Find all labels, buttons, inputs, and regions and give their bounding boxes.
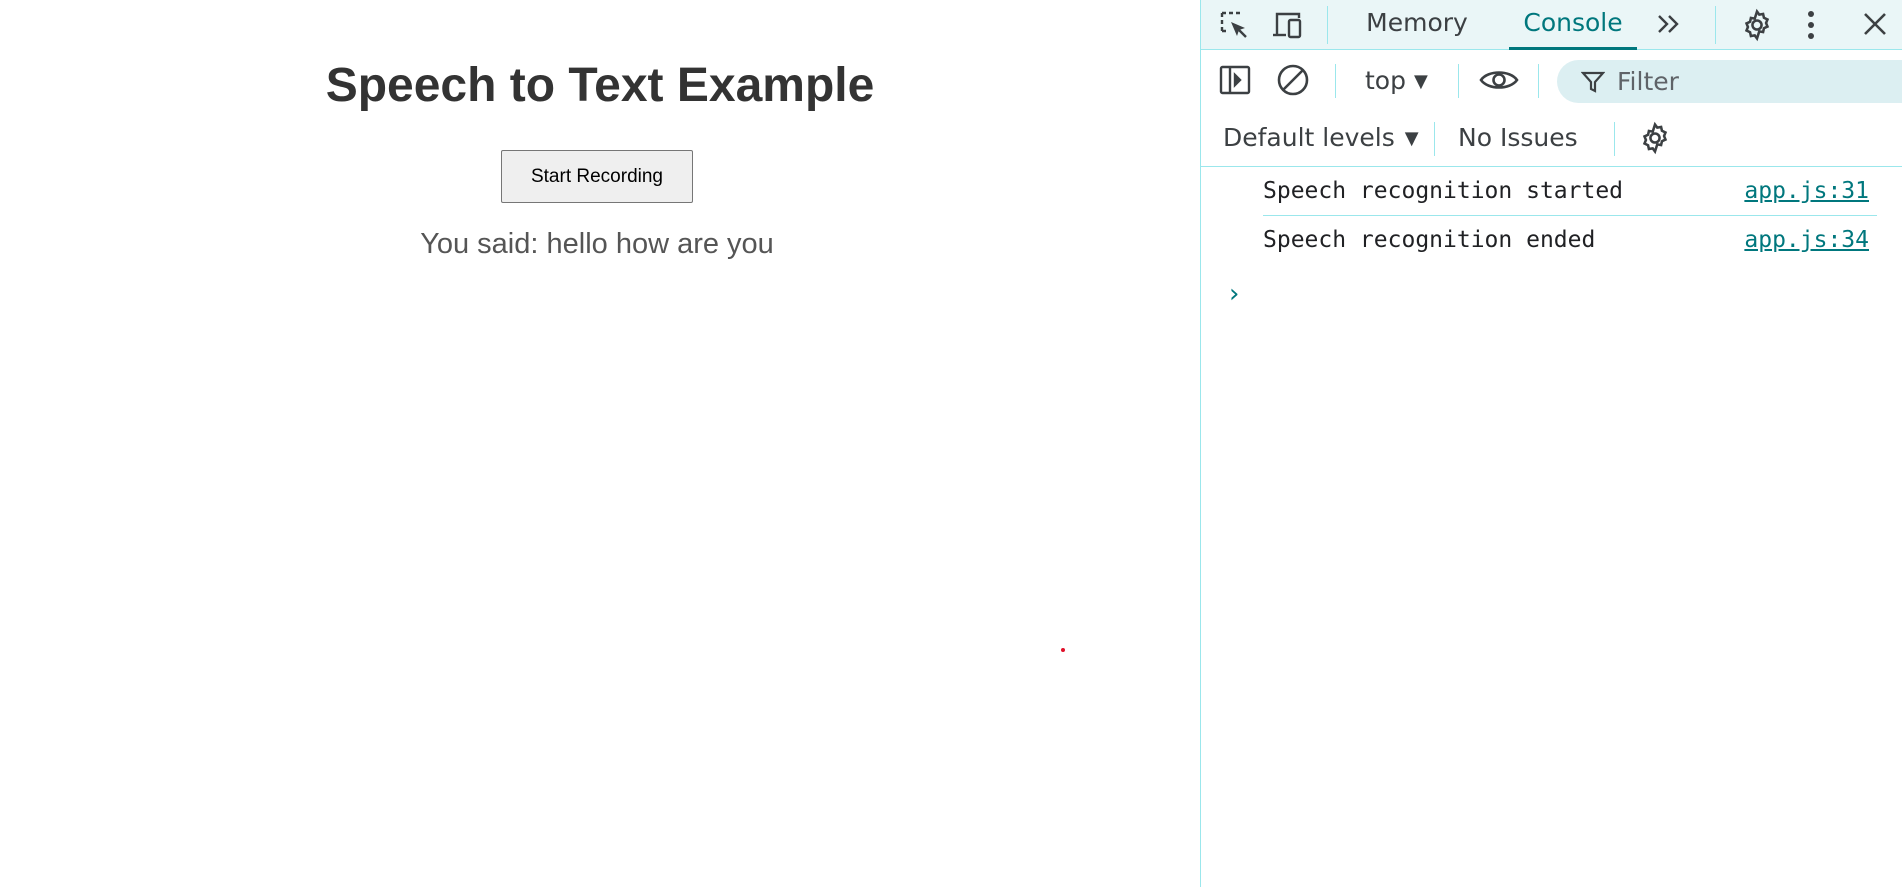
devtools-panel: Memory Console top ▼ Filter Default leve… (1200, 0, 1902, 887)
context-selector[interactable]: top ▼ (1365, 64, 1428, 98)
filter-input[interactable]: Filter (1557, 60, 1902, 103)
web-page: Speech to Text Example Start Recording Y… (0, 0, 1200, 887)
close-icon[interactable] (1857, 6, 1893, 42)
filter-placeholder: Filter (1617, 67, 1679, 96)
toolbar-divider (1335, 64, 1336, 98)
inspect-element-icon[interactable] (1215, 6, 1253, 44)
filter-funnel-icon (1579, 68, 1607, 96)
console-prompt-chevron-icon[interactable]: › (1229, 279, 1239, 309)
tab-memory[interactable]: Memory (1351, 0, 1483, 50)
console-message: Speech recognition ended app.js:34 (1263, 216, 1877, 264)
console-message-text: Speech recognition ended (1263, 227, 1596, 253)
toolbar-divider-4 (1434, 122, 1435, 156)
start-recording-button[interactable]: Start Recording (501, 150, 693, 203)
settings-gear-icon[interactable] (1737, 5, 1777, 45)
console-settings-gear-icon[interactable] (1635, 118, 1675, 158)
chevron-down-icon: ▼ (1404, 128, 1419, 149)
source-link[interactable]: app.js:31 (1744, 167, 1869, 215)
live-expression-eye-icon[interactable] (1477, 62, 1521, 98)
toolbar-divider-5 (1614, 122, 1615, 156)
chevron-down-icon: ▼ (1413, 71, 1428, 92)
tabbar-divider (1327, 6, 1328, 44)
toolbar-divider-2 (1458, 64, 1459, 98)
context-label: top (1365, 66, 1406, 95)
page-title: Speech to Text Example (325, 59, 875, 112)
source-link[interactable]: app.js:34 (1744, 216, 1869, 264)
console-message-text: Speech recognition started (1263, 178, 1624, 204)
issues-counter[interactable]: No Issues (1458, 120, 1578, 156)
kebab-menu-icon[interactable] (1801, 5, 1821, 45)
transcript-result: You said: hello how are you (420, 228, 774, 260)
console-toolbar-secondary: Default levels ▼ No Issues (1201, 112, 1902, 167)
device-toolbar-icon[interactable] (1267, 6, 1307, 44)
clear-console-icon[interactable] (1275, 62, 1311, 98)
devtools-tabbar: Memory Console (1201, 0, 1902, 50)
tab-console[interactable]: Console (1509, 0, 1637, 50)
log-levels-dropdown[interactable]: Default levels ▼ (1223, 120, 1419, 159)
tabbar-divider-2 (1715, 6, 1716, 44)
cursor-dot (1061, 648, 1065, 652)
more-tabs-icon[interactable] (1651, 6, 1687, 42)
console-output: Speech recognition started app.js:31 Spe… (1201, 167, 1902, 887)
sidebar-toggle-icon[interactable] (1217, 62, 1253, 98)
console-message: Speech recognition started app.js:31 (1263, 167, 1877, 216)
console-toolbar: top ▼ Filter (1201, 50, 1902, 112)
log-levels-label: Default levels (1223, 123, 1395, 152)
toolbar-divider-3 (1538, 64, 1539, 98)
